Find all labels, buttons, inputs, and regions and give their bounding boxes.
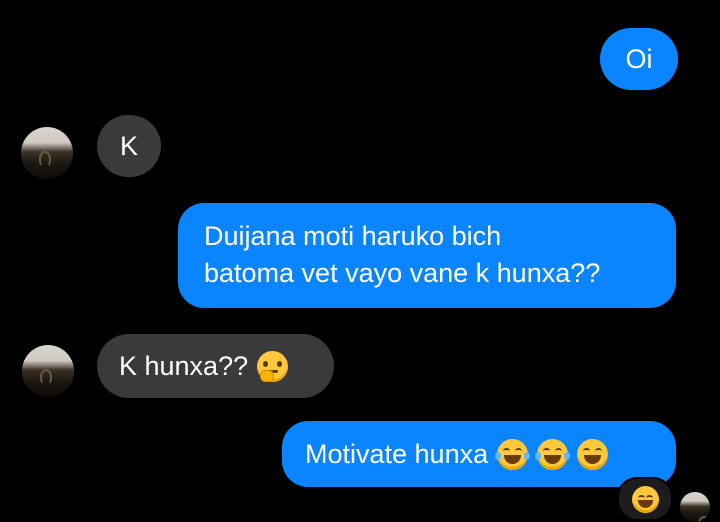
message-text: Oi xyxy=(625,44,653,74)
message-bubble-outgoing[interactable]: Oi xyxy=(600,28,678,90)
message-text: K hunxa?? xyxy=(119,350,249,381)
message-bubble-outgoing[interactable]: Motivate hunxa xyxy=(282,421,676,487)
message-text: K xyxy=(119,131,138,161)
tears-of-joy-icon xyxy=(535,438,571,470)
message-text-line: Duijana moti haruko bich xyxy=(204,221,502,251)
tears-of-joy-icon xyxy=(495,438,531,470)
message-bubble-incoming[interactable]: K xyxy=(97,115,161,177)
message-text: Motivate hunxa xyxy=(305,438,489,469)
grinning-squinting-face-icon xyxy=(577,438,609,470)
thinking-face-icon xyxy=(257,350,289,382)
message-reaction[interactable] xyxy=(617,477,673,521)
message-bubble-outgoing[interactable]: Duijana moti haruko bich batoma vet vayo… xyxy=(178,203,676,308)
message-bubble-incoming[interactable]: K hunxa?? xyxy=(97,334,334,398)
avatar[interactable] xyxy=(21,127,73,179)
grinning-squinting-face-icon xyxy=(631,485,659,513)
read-receipt-avatar xyxy=(680,492,710,522)
avatar[interactable] xyxy=(22,345,74,397)
message-text-line: batoma vet vayo vane k hunxa?? xyxy=(204,258,601,288)
